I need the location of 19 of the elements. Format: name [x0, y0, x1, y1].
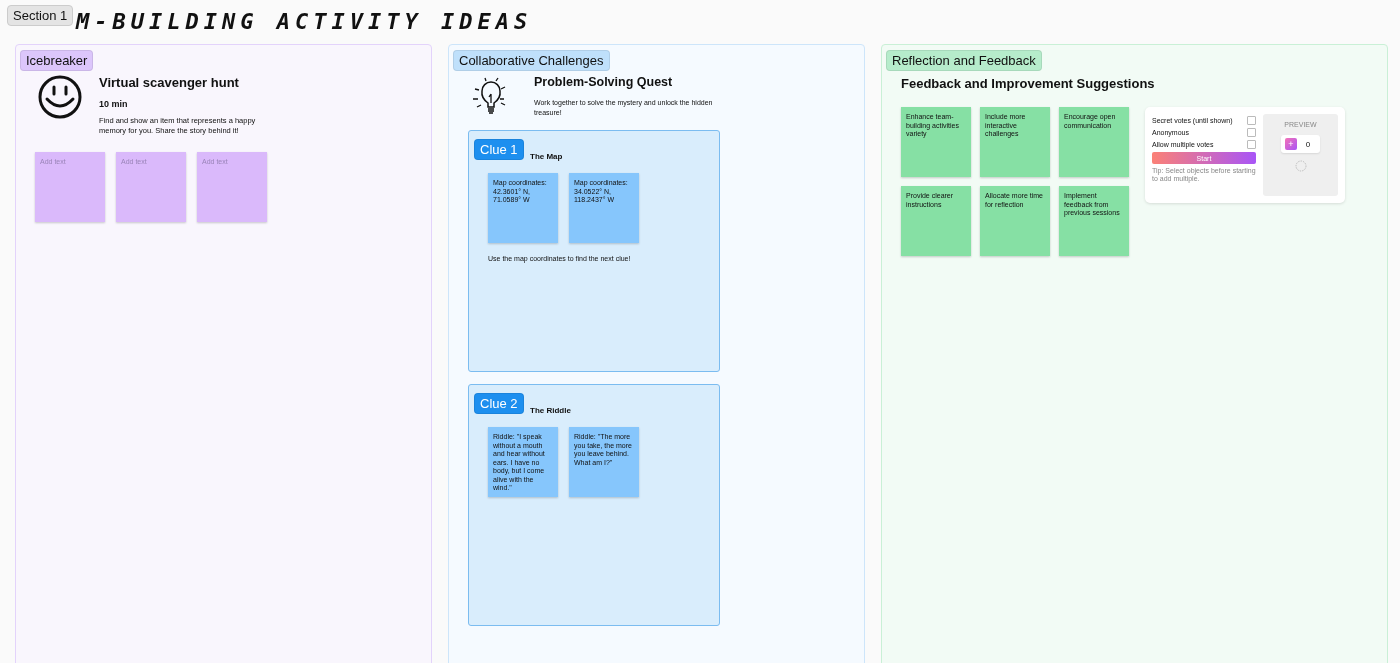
smiley-face-icon: [38, 75, 82, 119]
board-title: M-BUILDING ACTIVITY IDEAS: [76, 8, 533, 34]
duration-label: 10 min: [99, 98, 129, 111]
clue-tag: Clue 2: [474, 393, 524, 414]
clue-heading: The Map: [530, 151, 564, 163]
activity-heading: Virtual scavenger hunt: [99, 75, 240, 90]
section-label: Section 1: [7, 5, 74, 26]
checkbox[interactable]: [1247, 140, 1256, 149]
section-tag: Reflection and Feedback: [886, 50, 1042, 71]
activity-heading: Feedback and Improvement Suggestions: [901, 76, 1155, 91]
clue-tag: Clue 1: [474, 139, 524, 160]
clue-heading: The Riddle: [530, 405, 572, 417]
section-tag: Collaborative Challenges: [453, 50, 610, 71]
section-tag: Icebreaker: [20, 50, 94, 71]
activity-heading: Problem-Solving Quest: [534, 75, 674, 89]
dashed-circle-icon: [1294, 160, 1307, 172]
checkbox[interactable]: [1247, 128, 1256, 137]
vote-count: 0: [1305, 139, 1311, 149]
checkbox[interactable]: [1247, 116, 1256, 125]
